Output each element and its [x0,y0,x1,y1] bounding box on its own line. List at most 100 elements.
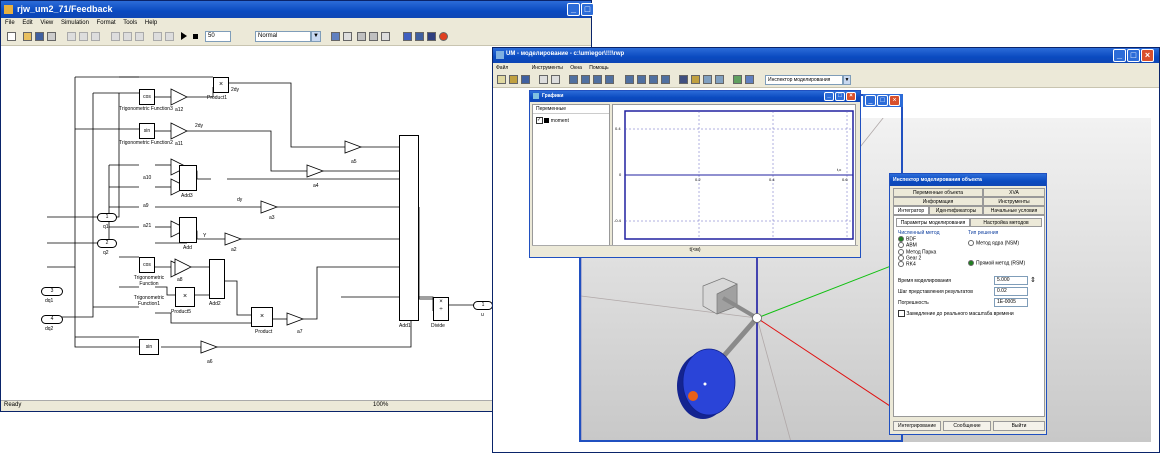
inport-1[interactable]: 1 [97,213,117,222]
open-icon[interactable] [23,32,32,41]
var-row[interactable]: ✓ moment [536,117,569,124]
block-icon[interactable] [403,32,412,41]
gain-a4[interactable] [306,164,325,178]
radio-rsm-icon[interactable] [968,260,974,267]
radio-rk4-icon[interactable] [898,261,904,268]
bg-minimize-icon[interactable]: _ [865,95,876,106]
product1-block[interactable]: × [213,77,229,93]
um-tool6-icon[interactable] [745,75,754,84]
um-new-icon[interactable] [497,75,506,84]
um-view3-icon[interactable] [593,75,602,84]
minimize-icon[interactable]: _ [567,3,580,16]
product5-block[interactable]: × [175,287,195,307]
inspector-titlebar[interactable]: Инспектор моделирования объекта [890,174,1046,186]
debug-icon[interactable] [381,32,390,41]
um-grid2-icon[interactable] [637,75,646,84]
table-icon[interactable] [427,32,436,41]
tab-initial-conditions[interactable]: Начальные условия [983,206,1045,215]
bg-maximize-icon[interactable]: □ [877,95,888,106]
menu-tools[interactable]: Tools [123,20,137,26]
um-menu-help[interactable]: Помощь [589,65,608,71]
menu-view[interactable]: View [40,20,53,26]
gain-a3[interactable] [260,200,279,214]
um-view4-icon[interactable] [605,75,614,84]
um-view1-icon[interactable] [569,75,578,84]
tol-input[interactable]: 1E-0005 [994,298,1028,307]
gain-a8[interactable] [174,258,192,276]
integrate-button[interactable]: Интегрирование [893,421,941,431]
library-icon[interactable] [357,32,366,41]
um-maximize-icon[interactable]: □ [1127,49,1140,62]
tab-object-vars[interactable]: Переменные объекта [893,188,983,197]
copy-icon[interactable] [79,32,88,41]
back-icon[interactable] [111,32,120,41]
gain-a6[interactable] [200,340,219,354]
radio-nsm[interactable]: Метод ядра (NSM) [968,240,1044,246]
realtime-row[interactable]: Замедление до реального масштаба времени [898,310,1014,317]
graph-minimize-icon[interactable]: _ [824,92,834,101]
um-run-icon[interactable] [539,75,548,84]
time-spinner-icon[interactable]: ⇕ [1030,276,1036,285]
explorer-icon[interactable] [369,32,378,41]
update-icon[interactable] [343,32,352,41]
um-tool1-icon[interactable] [679,75,688,84]
subtab-params[interactable]: Параметры моделирования [896,218,970,227]
bg-window-titlebar[interactable]: _ □ × [863,94,903,107]
um-tool3-icon[interactable] [703,75,712,84]
um-menu-file[interactable]: Файл [496,65,508,71]
graph-close-icon[interactable]: × [846,92,856,101]
add3-block[interactable] [179,165,197,191]
um-tool2-icon[interactable] [691,75,700,84]
play-icon[interactable] [181,32,187,40]
stop-icon[interactable] [193,34,198,39]
radio-rsm[interactable]: Прямой метод (RSM) [968,260,1044,267]
menu-format[interactable]: Format [97,20,116,26]
radio-bdf-icon[interactable] [898,236,904,242]
radio-park-icon[interactable] [898,248,904,255]
cut-icon[interactable] [67,32,76,41]
menu-help[interactable]: Help [145,20,157,26]
tab-integrator[interactable]: Интегратор [893,206,929,215]
radio-rk4[interactable]: RK4 [898,261,966,268]
bg-close-icon[interactable]: × [889,95,900,106]
save-icon[interactable] [35,32,44,41]
up-icon[interactable] [135,32,144,41]
um-view2-icon[interactable] [581,75,590,84]
mode-dropdown-icon[interactable]: ▼ [311,31,321,42]
subtab-methods[interactable]: Настройка методов [970,218,1042,227]
menu-edit[interactable]: Edit [22,20,32,26]
graph-maximize-icon[interactable]: □ [835,92,845,101]
radio-gear2-icon[interactable] [898,254,904,261]
radio-abm-icon[interactable] [898,242,904,249]
undo-icon[interactable] [153,32,162,41]
gain-a11[interactable] [170,122,188,140]
exit-button[interactable]: Выйти [993,421,1045,431]
add1-block[interactable] [399,135,419,321]
um-grid4-icon[interactable] [661,75,670,84]
um-close-icon[interactable]: × [1141,49,1154,62]
message-button[interactable]: Сообщение [943,421,991,431]
sim-mode-select[interactable]: Normal [255,31,311,42]
um-grid1-icon[interactable] [625,75,634,84]
menu-file[interactable]: File [5,20,15,26]
inport-4[interactable]: 4 [41,315,63,324]
radio-nsm-icon[interactable] [968,240,974,246]
add-block[interactable] [179,217,197,243]
um-save-icon[interactable] [521,75,530,84]
um-step-icon[interactable] [551,75,560,84]
gain-a7[interactable] [286,312,305,326]
model-icon[interactable] [415,32,424,41]
tab-tools[interactable]: Инструменты [983,197,1045,206]
simulink-titlebar[interactable]: rjw_um2_71/Feedback _ □ [1,1,594,18]
um-inspector-combo[interactable]: Инспектор моделирования [765,75,843,85]
forward-icon[interactable] [123,32,132,41]
maximize-icon[interactable]: □ [581,3,594,16]
gain-a2[interactable] [224,232,243,246]
graph-titlebar[interactable]: Графики _ □ × [530,91,860,102]
um-grid3-icon[interactable] [649,75,658,84]
print-icon[interactable] [47,32,56,41]
new-icon[interactable] [7,32,16,41]
um-open-icon[interactable] [509,75,518,84]
paste-icon[interactable] [91,32,100,41]
tab-identifiers[interactable]: Идентификаторы [929,206,983,215]
